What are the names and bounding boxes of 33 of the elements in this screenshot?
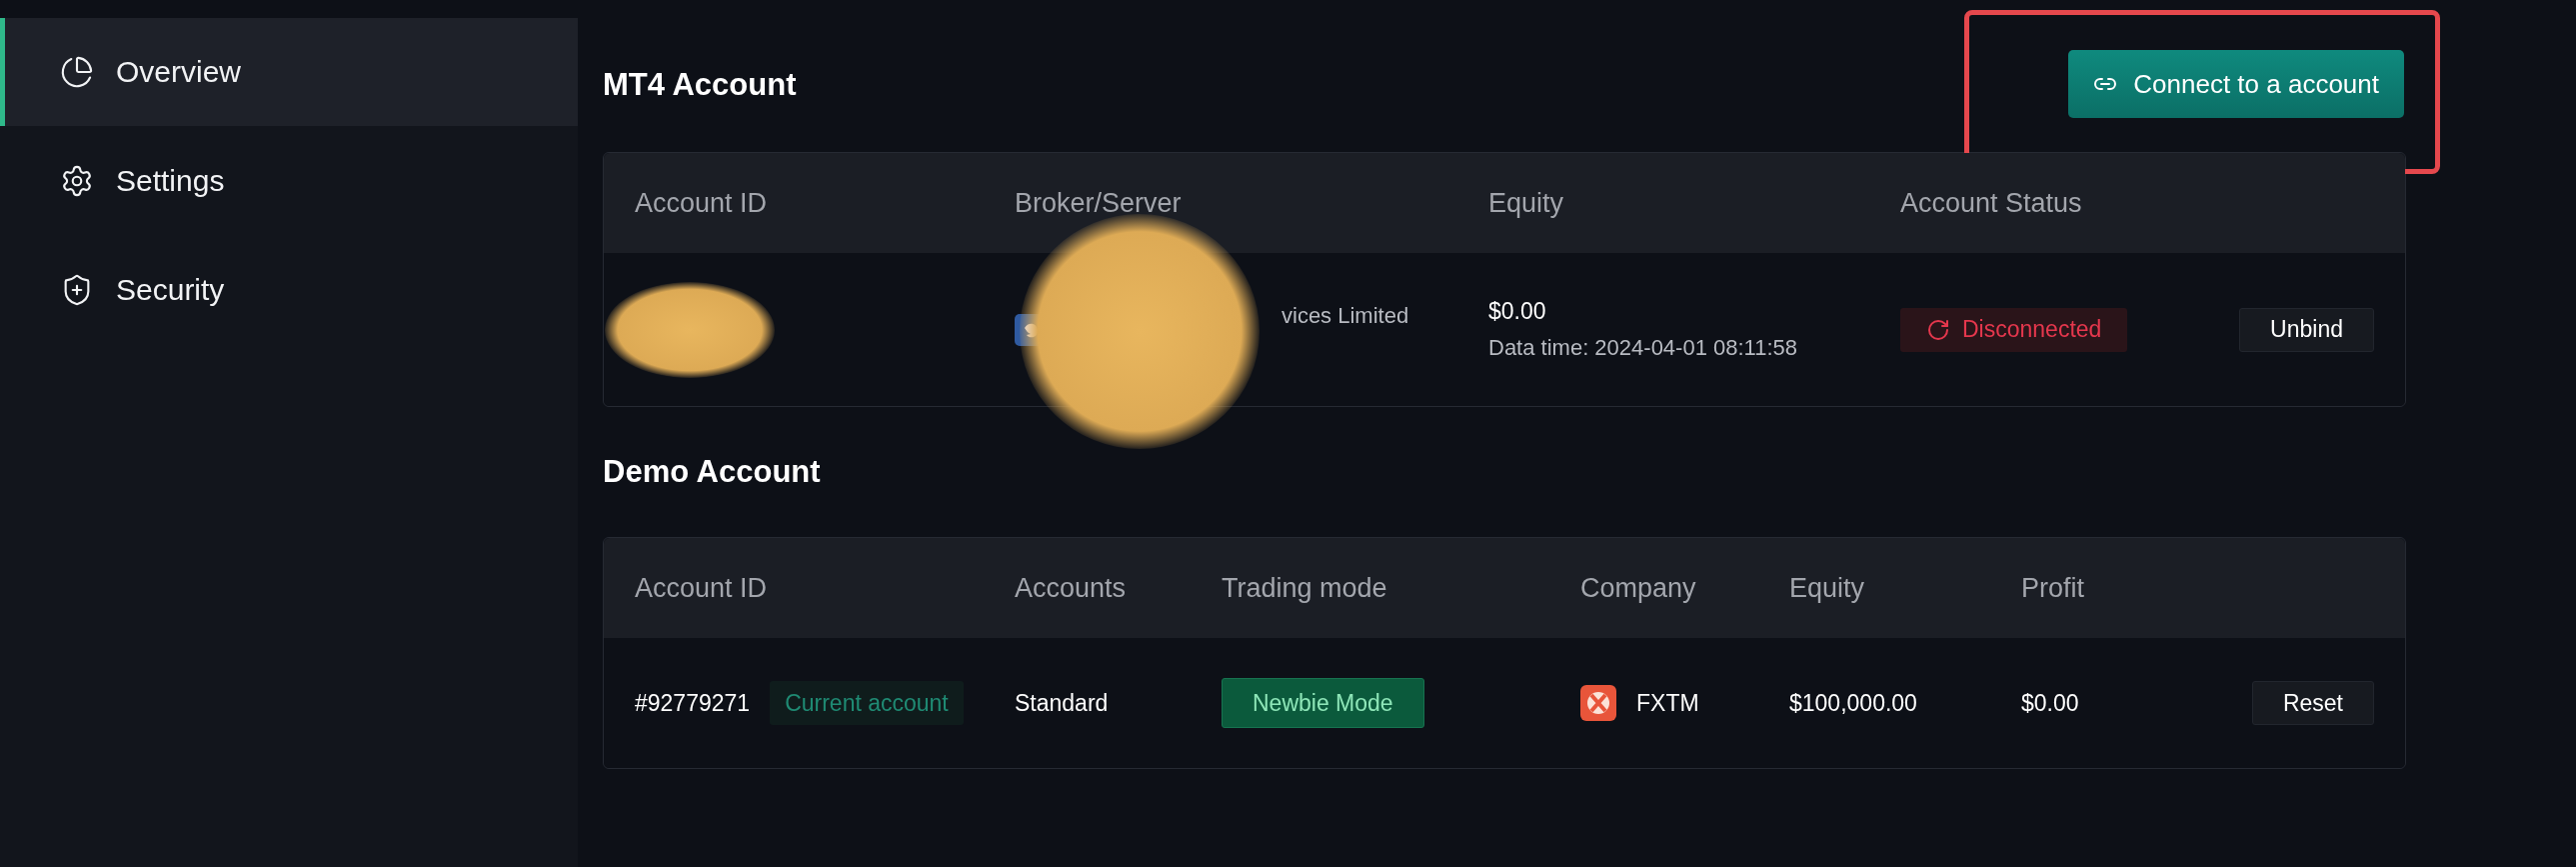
section-title: MT4 Account [603, 67, 797, 103]
account-type: Standard [1015, 689, 1109, 717]
profit-value: $0.00 [2021, 689, 2079, 717]
column-header: Equity [1789, 572, 1866, 604]
column-header: Accounts [1015, 572, 1128, 604]
column-header: Company [1580, 572, 1697, 604]
column-header: Account Status [1900, 187, 2083, 219]
current-account-badge: Current account [770, 681, 964, 725]
company-logo-icon [1580, 685, 1616, 721]
connect-button[interactable]: Connect to a account [2068, 50, 2404, 118]
nav-item[interactable]: Settings [0, 127, 578, 235]
column-header: Account ID [635, 187, 769, 219]
column-header: Profit [2021, 572, 2086, 604]
data-time: Data time: 2024-04-01 08:11:58 [1488, 335, 1798, 361]
equity-value: $100,000.00 [1789, 689, 1917, 717]
broker-name: vices Limited [1282, 302, 1409, 329]
refresh-icon [1926, 317, 1950, 342]
equity-value: $0.00 [1488, 298, 1547, 325]
mode-badge: Newbie Mode [1222, 678, 1424, 728]
pie-chart-icon [60, 55, 94, 89]
reset-button[interactable]: Reset [2251, 681, 2374, 725]
gear-icon [60, 164, 94, 198]
column-header: Account ID [635, 572, 769, 604]
status-badge: Disconnected [1900, 307, 2128, 352]
company-name: FXTM [1636, 689, 1699, 717]
column-header: Equity [1488, 187, 1565, 219]
column-header: Trading mode [1222, 572, 1388, 604]
column-header: Broker/Server [1015, 187, 1183, 219]
section-title: Demo Account [603, 453, 822, 491]
nav-item[interactable]: Security [0, 236, 578, 344]
account-id: #92779271 [635, 689, 751, 717]
unbind-button[interactable]: Unbind [2239, 307, 2374, 352]
nav-item[interactable]: Overview [0, 18, 578, 126]
